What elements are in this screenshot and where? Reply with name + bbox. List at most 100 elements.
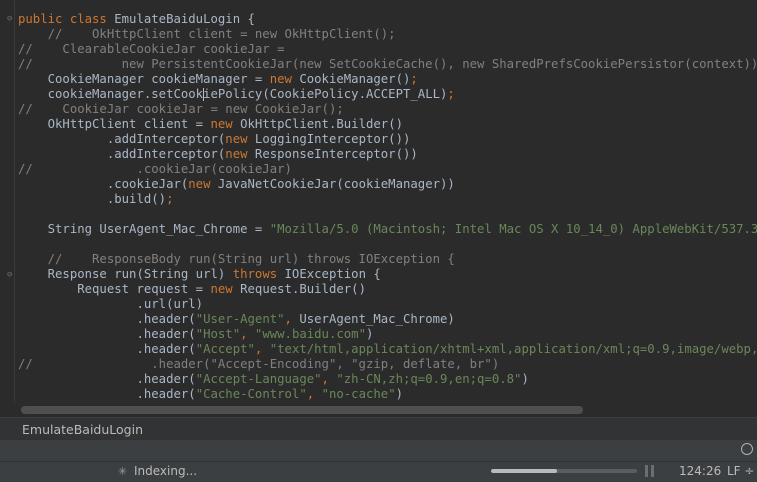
indexing-progress-bar — [491, 469, 637, 473]
code-line[interactable]: .header("Accept", "text/html,application… — [18, 342, 757, 357]
code-token: .header( — [18, 342, 196, 356]
code-line[interactable] — [18, 207, 757, 222]
code-line[interactable]: String UserAgent_Mac_Chrome = "Mozilla/5… — [18, 222, 757, 237]
code-line[interactable]: cookieManager.setCookiePolicy(CookiePoli… — [18, 87, 757, 102]
code-line[interactable]: CookieManager cookieManager = new Cookie… — [18, 72, 757, 87]
code-token: // ClearableCookieJar cookieJar = — [18, 42, 285, 56]
code-line[interactable]: .build(); — [18, 192, 757, 207]
code-token: .header( — [18, 312, 196, 326]
status-bar: ✳ Indexing... 124:26 LF ÷ — [0, 461, 757, 482]
code-token: ; — [447, 87, 455, 101]
code-token: new — [210, 282, 241, 296]
code-token: String UserAgent_Mac_Chrome = — [18, 222, 270, 236]
code-token: "text/html,application/xhtml+xml,applica… — [269, 342, 757, 356]
line-separator-selector[interactable]: LF ÷ — [727, 464, 754, 478]
code-token: // new PersistentCookieJar(new SetCookie… — [18, 57, 757, 71]
code-line[interactable]: public class EmulateBaiduLogin { — [18, 12, 757, 27]
code-line[interactable]: // .cookieJar(cookieJar) — [18, 162, 757, 177]
code-token: , — [254, 342, 270, 356]
code-token: new — [269, 72, 300, 86]
indexing-status[interactable]: Indexing... — [134, 464, 197, 478]
fold-marker-icon[interactable]: ⊖ — [7, 271, 15, 280]
code-token: throws — [232, 267, 285, 281]
code-token: // OkHttpClient client = new OkHttpClien… — [18, 27, 396, 41]
code-token: iePolicy(CookiePolicy.ACCEPT_ALL) — [203, 87, 448, 101]
code-token: UserAgent_Mac_Chrome) — [299, 312, 455, 326]
code-token: "no-cache" — [321, 387, 396, 401]
code-token: .header( — [18, 372, 196, 386]
code-line[interactable]: Request request = new Request.Builder() — [18, 282, 757, 297]
code-line[interactable]: .header("Host", "www.baidu.com") — [18, 327, 757, 342]
code-token: .cookieJar( — [18, 177, 189, 191]
editor-gutter: ⊖ ⊖ — [0, 0, 15, 403]
code-token: CookieManager cookieManager = — [18, 72, 270, 86]
code-line[interactable]: // new PersistentCookieJar(new SetCookie… — [18, 57, 757, 72]
code-line[interactable]: // ResponseBody run(String url) throws I… — [18, 252, 757, 267]
caret-position[interactable]: 124:26 — [679, 464, 721, 478]
code-line[interactable]: .header("User-Agent", UserAgent_Mac_Chro… — [18, 312, 757, 327]
code-token: "Cache-Control" — [195, 387, 307, 401]
indexing-progress-fill — [491, 469, 557, 473]
code-token: ; — [410, 72, 418, 86]
breadcrumb[interactable]: EmulateBaiduLogin — [22, 422, 143, 437]
code-token: new — [225, 132, 255, 146]
code-token: JavaNetCookieJar(cookieManager)) — [217, 177, 455, 191]
code-token: public class — [18, 12, 115, 26]
code-line[interactable]: // CookieJar cookieJar = new CookieJar()… — [18, 102, 757, 117]
code-token: .header( — [18, 327, 196, 341]
code-line[interactable]: .header("Accept-Language", "zh-CN,zh;q=0… — [18, 372, 757, 387]
code-token: new — [188, 177, 218, 191]
code-line[interactable]: OkHttpClient client = new OkHttpClient.B… — [18, 117, 757, 132]
code-token: IOException { — [284, 267, 381, 281]
tool-window-strip — [0, 439, 757, 462]
code-token: .addInterceptor( — [18, 147, 226, 161]
code-line[interactable] — [18, 237, 757, 252]
code-token: new — [210, 117, 241, 131]
code-token: "Accept" — [195, 342, 255, 356]
code-token: .header( — [18, 387, 196, 401]
code-token: ) — [395, 387, 404, 401]
code-line[interactable]: .url(url) — [18, 297, 757, 312]
code-token: cookieManager.setCook — [18, 87, 204, 101]
code-line[interactable]: // .header("Accept-Encoding", "gzip, def… — [18, 357, 757, 372]
event-log-icon[interactable] — [741, 443, 753, 455]
code-line[interactable]: .addInterceptor(new ResponseInterceptor(… — [18, 147, 757, 162]
code-token: Request request = — [18, 282, 211, 296]
code-token: , — [240, 327, 255, 341]
code-line[interactable]: .cookieJar(new JavaNetCookieJar(cookieMa… — [18, 177, 757, 192]
code-token: CookieManager() — [299, 72, 411, 86]
horizontal-scrollbar-thumb[interactable] — [21, 406, 583, 414]
spinner-icon: ✳ — [118, 465, 128, 478]
fold-marker-icon[interactable]: ⊖ — [7, 15, 15, 24]
code-line[interactable]: // OkHttpClient client = new OkHttpClien… — [18, 27, 757, 42]
code-token: OkHttpClient.Builder() — [240, 117, 403, 131]
code-token: "Accept-Language" — [195, 372, 322, 386]
code-line[interactable]: // ClearableCookieJar cookieJar = — [18, 42, 757, 57]
code-area[interactable]: public class EmulateBaiduLogin { // OkHt… — [18, 12, 757, 402]
code-token: , — [306, 387, 322, 401]
code-token: .build() — [18, 192, 167, 206]
code-token: LoggingInterceptor()) — [254, 132, 411, 146]
code-token: EmulateBaiduLogin { — [114, 12, 255, 26]
code-token: .addInterceptor( — [18, 132, 226, 146]
code-line[interactable]: .header("Cache-Control", "no-cache") — [18, 387, 757, 402]
code-token: "Host" — [195, 327, 241, 341]
code-token: .url(url) — [18, 297, 204, 311]
code-token: // ResponseBody run(String url) throws I… — [18, 252, 455, 266]
breadcrumb-bar: EmulateBaiduLogin — [0, 417, 757, 440]
code-token: // .header("Accept-Encoding", "gzip, def… — [18, 357, 500, 371]
code-token: "zh-CN,zh;q=0.9,en;q=0.8" — [336, 372, 522, 386]
code-line[interactable]: .addInterceptor(new LoggingInterceptor()… — [18, 132, 757, 147]
code-token: ; — [166, 192, 174, 206]
code-token: Response run(String url) — [18, 267, 233, 281]
code-line[interactable]: Response run(String url) throws IOExcept… — [18, 267, 757, 282]
code-token: ResponseInterceptor()) — [254, 147, 418, 161]
code-token: "www.baidu.com" — [254, 327, 366, 341]
code-token: OkHttpClient client = — [18, 117, 211, 131]
code-token: , — [321, 372, 337, 386]
code-token: , — [284, 312, 300, 326]
code-token: ) — [521, 372, 529, 386]
pause-icon[interactable] — [645, 465, 654, 477]
code-editor[interactable]: ⊖ ⊖ public class EmulateBaiduLogin { // … — [0, 0, 757, 403]
code-token: "Mozilla/5.0 (Macintosh; Intel Mac OS X … — [269, 222, 757, 236]
